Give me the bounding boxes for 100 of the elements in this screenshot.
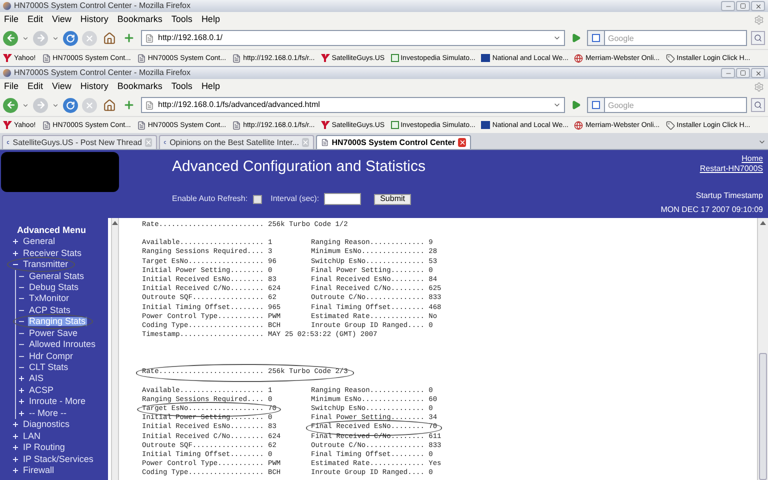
menu-item[interactable]: Tools <box>171 15 192 24</box>
tab-close-button[interactable] <box>458 138 466 147</box>
stop-icon <box>85 34 94 42</box>
square-icon <box>592 34 600 42</box>
menu-item[interactable]: History <box>80 15 108 24</box>
browser-tab[interactable]: Opinions on the Best Satellite Inter... <box>159 135 314 149</box>
tag-icon <box>666 120 675 130</box>
menu-link[interactable]: Firewall <box>22 466 56 475</box>
address-field[interactable]: http://192.168.0.1/fs/advanced/advanced.html <box>141 97 565 113</box>
arrow-left-icon <box>6 100 16 110</box>
reload-icon <box>66 100 75 110</box>
menu-link[interactable]: ACP Stats <box>28 306 72 315</box>
home-button[interactable] <box>101 30 117 46</box>
reload-button[interactable] <box>63 98 78 112</box>
scrollbar[interactable] <box>111 218 119 480</box>
menu-item[interactable]: File <box>4 82 19 91</box>
menu-link[interactable]: ACSP <box>28 386 55 395</box>
menu-item[interactable]: Tools <box>171 82 192 91</box>
home-icon <box>102 98 116 112</box>
search-engine-button[interactable] <box>587 97 605 113</box>
menu-link[interactable]: Diagnostics <box>22 420 71 430</box>
forward-button[interactable] <box>33 98 48 112</box>
browser-tab[interactable]: SatelliteGuys.US - Post New Thread <box>2 135 157 149</box>
scrollbar-thumb[interactable] <box>759 353 767 480</box>
interval-field[interactable] <box>324 193 362 205</box>
header-link[interactable]: Restart-HN7000S <box>700 165 763 173</box>
menu-item[interactable]: Help <box>201 15 220 24</box>
close-icon <box>754 2 762 10</box>
app-icon <box>3 2 11 10</box>
logo-icon <box>3 121 12 129</box>
menu-item[interactable]: View <box>52 15 72 24</box>
menu-link[interactable]: Power Save <box>28 328 79 338</box>
header-link[interactable]: Home <box>742 155 763 163</box>
maximize-button[interactable] <box>736 1 750 11</box>
menu-link[interactable]: Allowed Inroutes <box>28 340 97 350</box>
startup-label: Startup Timestamp <box>696 192 763 200</box>
auto-refresh-checkbox[interactable] <box>252 194 262 204</box>
browser-tab[interactable]: HN7000S System Control Center <box>316 135 471 149</box>
page-icon <box>232 54 242 62</box>
logo-icon <box>320 121 330 129</box>
square-icon <box>390 54 399 62</box>
arrow-right-icon <box>36 33 46 43</box>
menu-link[interactable]: AIS <box>28 374 45 384</box>
search-button[interactable] <box>751 31 765 45</box>
forward-button[interactable] <box>33 30 48 46</box>
stop-icon <box>85 100 94 110</box>
menu-item[interactable]: View <box>52 82 72 91</box>
search-engine-button[interactable] <box>587 30 605 46</box>
maximize-button[interactable] <box>736 68 750 78</box>
field-label: Interval (sec): <box>270 193 320 205</box>
close-icon <box>754 70 762 76</box>
menu-link[interactable]: -- More -- <box>28 408 68 418</box>
close-icon <box>458 139 466 146</box>
menu-link[interactable]: IP Stack/Services <box>22 454 94 464</box>
menu-link[interactable]: Transmitter <box>22 260 70 270</box>
menu-link[interactable]: TxMonitor <box>28 294 70 304</box>
menu-link[interactable]: General Stats <box>28 272 86 281</box>
home-button[interactable] <box>101 98 117 112</box>
close-icon <box>145 139 152 146</box>
menu-link[interactable]: LAN <box>22 432 42 441</box>
menu-link[interactable]: CLT Stats <box>28 363 70 372</box>
search-field[interactable]: Google <box>605 97 747 113</box>
caret-icon <box>22 34 29 42</box>
play-icon <box>571 33 581 43</box>
search-button[interactable] <box>751 98 765 112</box>
menu-item[interactable]: History <box>80 82 108 91</box>
page-icon <box>42 120 51 130</box>
square-icon <box>481 54 490 62</box>
page-icon <box>136 120 146 130</box>
caret-icon <box>52 34 59 42</box>
menu-link[interactable]: IP Routing <box>22 443 66 452</box>
menu-link[interactable]: Receiver Stats <box>22 248 83 258</box>
menu-item[interactable]: Help <box>201 82 220 91</box>
menu-link[interactable]: Debug Stats <box>28 282 80 292</box>
plus-icon <box>123 99 135 111</box>
submit-button[interactable]: Submit <box>374 194 411 204</box>
field-label: Enable Auto Refresh: <box>172 193 248 205</box>
menu-item[interactable]: File <box>4 15 19 24</box>
menu-item[interactable]: Edit <box>28 15 44 24</box>
scroll-up-icon <box>112 221 118 225</box>
arrow-right-icon <box>36 100 46 110</box>
window-title: HN7000S System Control Center - Mozilla Firefox <box>14 69 191 77</box>
menu-link[interactable]: General <box>22 237 56 246</box>
gear-icon <box>754 82 764 92</box>
page-icon <box>145 34 154 42</box>
close-button[interactable] <box>751 68 765 78</box>
search-field[interactable]: Google <box>605 30 747 46</box>
menu-item[interactable]: Bookmarks <box>117 82 162 91</box>
menu-item[interactable]: Bookmarks <box>117 15 162 24</box>
back-button[interactable] <box>3 30 18 46</box>
close-button[interactable] <box>751 1 765 11</box>
menu-item[interactable]: Edit <box>28 82 44 91</box>
menu-link[interactable]: Hdr Compr <box>28 352 74 361</box>
reload-button[interactable] <box>63 30 78 46</box>
logo-icon <box>3 54 12 62</box>
address-field[interactable]: http://192.168.0.1/ <box>141 30 565 46</box>
globe-icon <box>574 120 584 130</box>
scrollbar[interactable] <box>757 218 768 480</box>
menu-link[interactable]: Inroute - More <box>28 397 87 406</box>
back-button[interactable] <box>3 98 18 112</box>
